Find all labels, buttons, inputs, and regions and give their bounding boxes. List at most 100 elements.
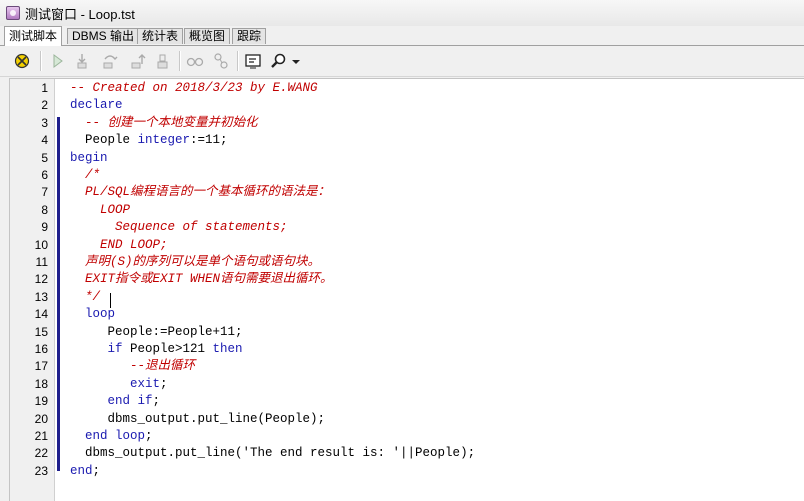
code-line: END LOOP; <box>70 237 168 254</box>
line-number: 15 <box>34 324 48 339</box>
code-line: /* <box>70 167 100 184</box>
text-caret <box>110 293 111 308</box>
line-number: 5 <box>41 150 48 165</box>
code-line: end if; <box>70 393 161 410</box>
toolbar-separator <box>40 51 42 71</box>
line-number: 11 <box>35 255 48 269</box>
line-number: 2 <box>41 98 48 113</box>
code-text: People>121 <box>122 342 213 356</box>
code-text: :=11; <box>190 133 228 148</box>
step-into-icon[interactable] <box>73 52 91 70</box>
code-comment: EXIT指令或EXIT WHEN语句需要退出循环。 <box>70 272 333 287</box>
line-number: 16 <box>34 342 48 356</box>
code-text: ; <box>92 463 101 478</box>
app-icon <box>6 6 20 20</box>
code-comment: Sequence of statements; <box>70 220 288 235</box>
code-line: declare <box>70 97 123 114</box>
code-comment: /* <box>70 168 101 182</box>
line-number: 7 <box>41 185 48 200</box>
toolbar-separator <box>237 51 239 71</box>
title-bar: 测试窗口 - Loop.tst <box>0 0 804 26</box>
line-number: 9 <box>41 220 48 235</box>
code-keyword: end loop <box>85 429 146 443</box>
code-line: end loop; <box>70 428 153 445</box>
window-title: 测试窗口 - Loop.tst <box>25 6 135 22</box>
code-line: -- 创建一个本地变量并初始化 <box>70 115 258 132</box>
line-number: 4 <box>41 133 48 148</box>
code-line: */ <box>70 289 100 306</box>
code-line: PL/SQL编程语言的一个基本循环的语法是： <box>70 184 330 201</box>
line-number: 21 <box>34 429 48 443</box>
code-line: --退出循环 <box>70 358 195 375</box>
code-keyword: if <box>107 342 123 356</box>
code-text: ; <box>145 429 153 443</box>
run-icon[interactable] <box>48 52 66 70</box>
line-number: 23 <box>34 463 48 478</box>
code-keyword: declare <box>70 98 123 113</box>
code-keyword: loop <box>70 307 116 322</box>
code-text: ; <box>160 376 168 391</box>
step-over-icon[interactable] <box>101 52 119 70</box>
code-text: dbms_output.put_line('The end result is:… <box>70 446 476 461</box>
line-number: 14 <box>34 307 48 322</box>
code-text: ; <box>152 394 161 409</box>
step-out-icon[interactable] <box>129 52 147 70</box>
toggle-breakpoint-icon[interactable] <box>186 52 204 70</box>
code-editor[interactable]: -- Created on 2018/3/23 by E.WANG declare… <box>9 78 804 501</box>
code-line: People:=People+11; <box>70 324 243 341</box>
tab-test-script[interactable]: 测试脚本 <box>4 26 63 46</box>
toolbar <box>0 46 804 77</box>
code-comment: LOOP <box>70 202 131 217</box>
code-comment: --退出循环 <box>70 359 196 374</box>
tab-dbms-output[interactable]: DBMS 输出 <box>67 28 140 44</box>
code-comment: */ <box>70 289 101 304</box>
line-number: 6 <box>41 168 48 182</box>
code-keyword: exit <box>130 376 161 391</box>
line-number: 13 <box>34 289 48 304</box>
code-line: loop <box>70 306 115 323</box>
block-fold-indicator <box>57 117 60 471</box>
code-comment: -- Created on 2018/3/23 by E.WANG <box>70 81 318 95</box>
find-icon[interactable] <box>270 52 288 70</box>
code-comment: 声明(S)的序列可以是单个语句或语句块。 <box>70 255 321 269</box>
run-to-exception-icon[interactable] <box>154 52 172 70</box>
line-number: 10 <box>34 237 48 252</box>
code-comment: END LOOP; <box>70 237 168 252</box>
line-number: 3 <box>41 115 48 130</box>
line-number: 8 <box>41 202 48 217</box>
tab-overview[interactable]: 概览图 <box>184 28 231 44</box>
output-window-icon[interactable] <box>244 52 262 70</box>
code-line: dbms_output.put_line('The end result is:… <box>70 445 475 462</box>
code-text: People:=People+11; <box>70 324 243 339</box>
code-line: end; <box>70 463 100 480</box>
tab-statistics[interactable]: 统计表 <box>137 28 184 44</box>
code-line: LOOP <box>70 202 130 219</box>
code-text: dbms_output.put_line(People); <box>70 411 326 426</box>
execute-icon[interactable] <box>13 52 31 70</box>
tab-trace[interactable]: 跟踪 <box>232 28 267 44</box>
code-line: dbms_output.put_line(People); <box>70 411 326 428</box>
line-number: 22 <box>34 446 48 461</box>
code-line: People integer:=11; <box>70 132 228 149</box>
line-number: 12 <box>34 272 48 287</box>
evaluate-icon[interactable] <box>212 52 230 70</box>
line-number: 18 <box>34 376 48 391</box>
code-line: Sequence of statements; <box>70 219 288 236</box>
line-number: 1 <box>41 81 48 95</box>
tab-bar: 测试脚本 DBMS 输出 统计表 概览图 跟踪 <box>0 26 804 46</box>
line-number: 17 <box>34 359 48 374</box>
code-text: People <box>70 133 138 148</box>
code-line: EXIT指令或EXIT WHEN语句需要退出循环。 <box>70 271 333 288</box>
code-keyword: end <box>70 463 93 478</box>
code-line: 声明(S)的序列可以是单个语句或语句块。 <box>70 254 320 271</box>
code-comment: PL/SQL编程语言的一个基本循环的语法是： <box>70 185 331 200</box>
code-keyword: begin <box>70 150 108 165</box>
code-comment: -- 创建一个本地变量并初始化 <box>70 115 258 130</box>
code-line: exit; <box>70 376 168 393</box>
line-number: 20 <box>34 411 48 426</box>
dropdown-arrow-icon[interactable] <box>290 52 302 70</box>
